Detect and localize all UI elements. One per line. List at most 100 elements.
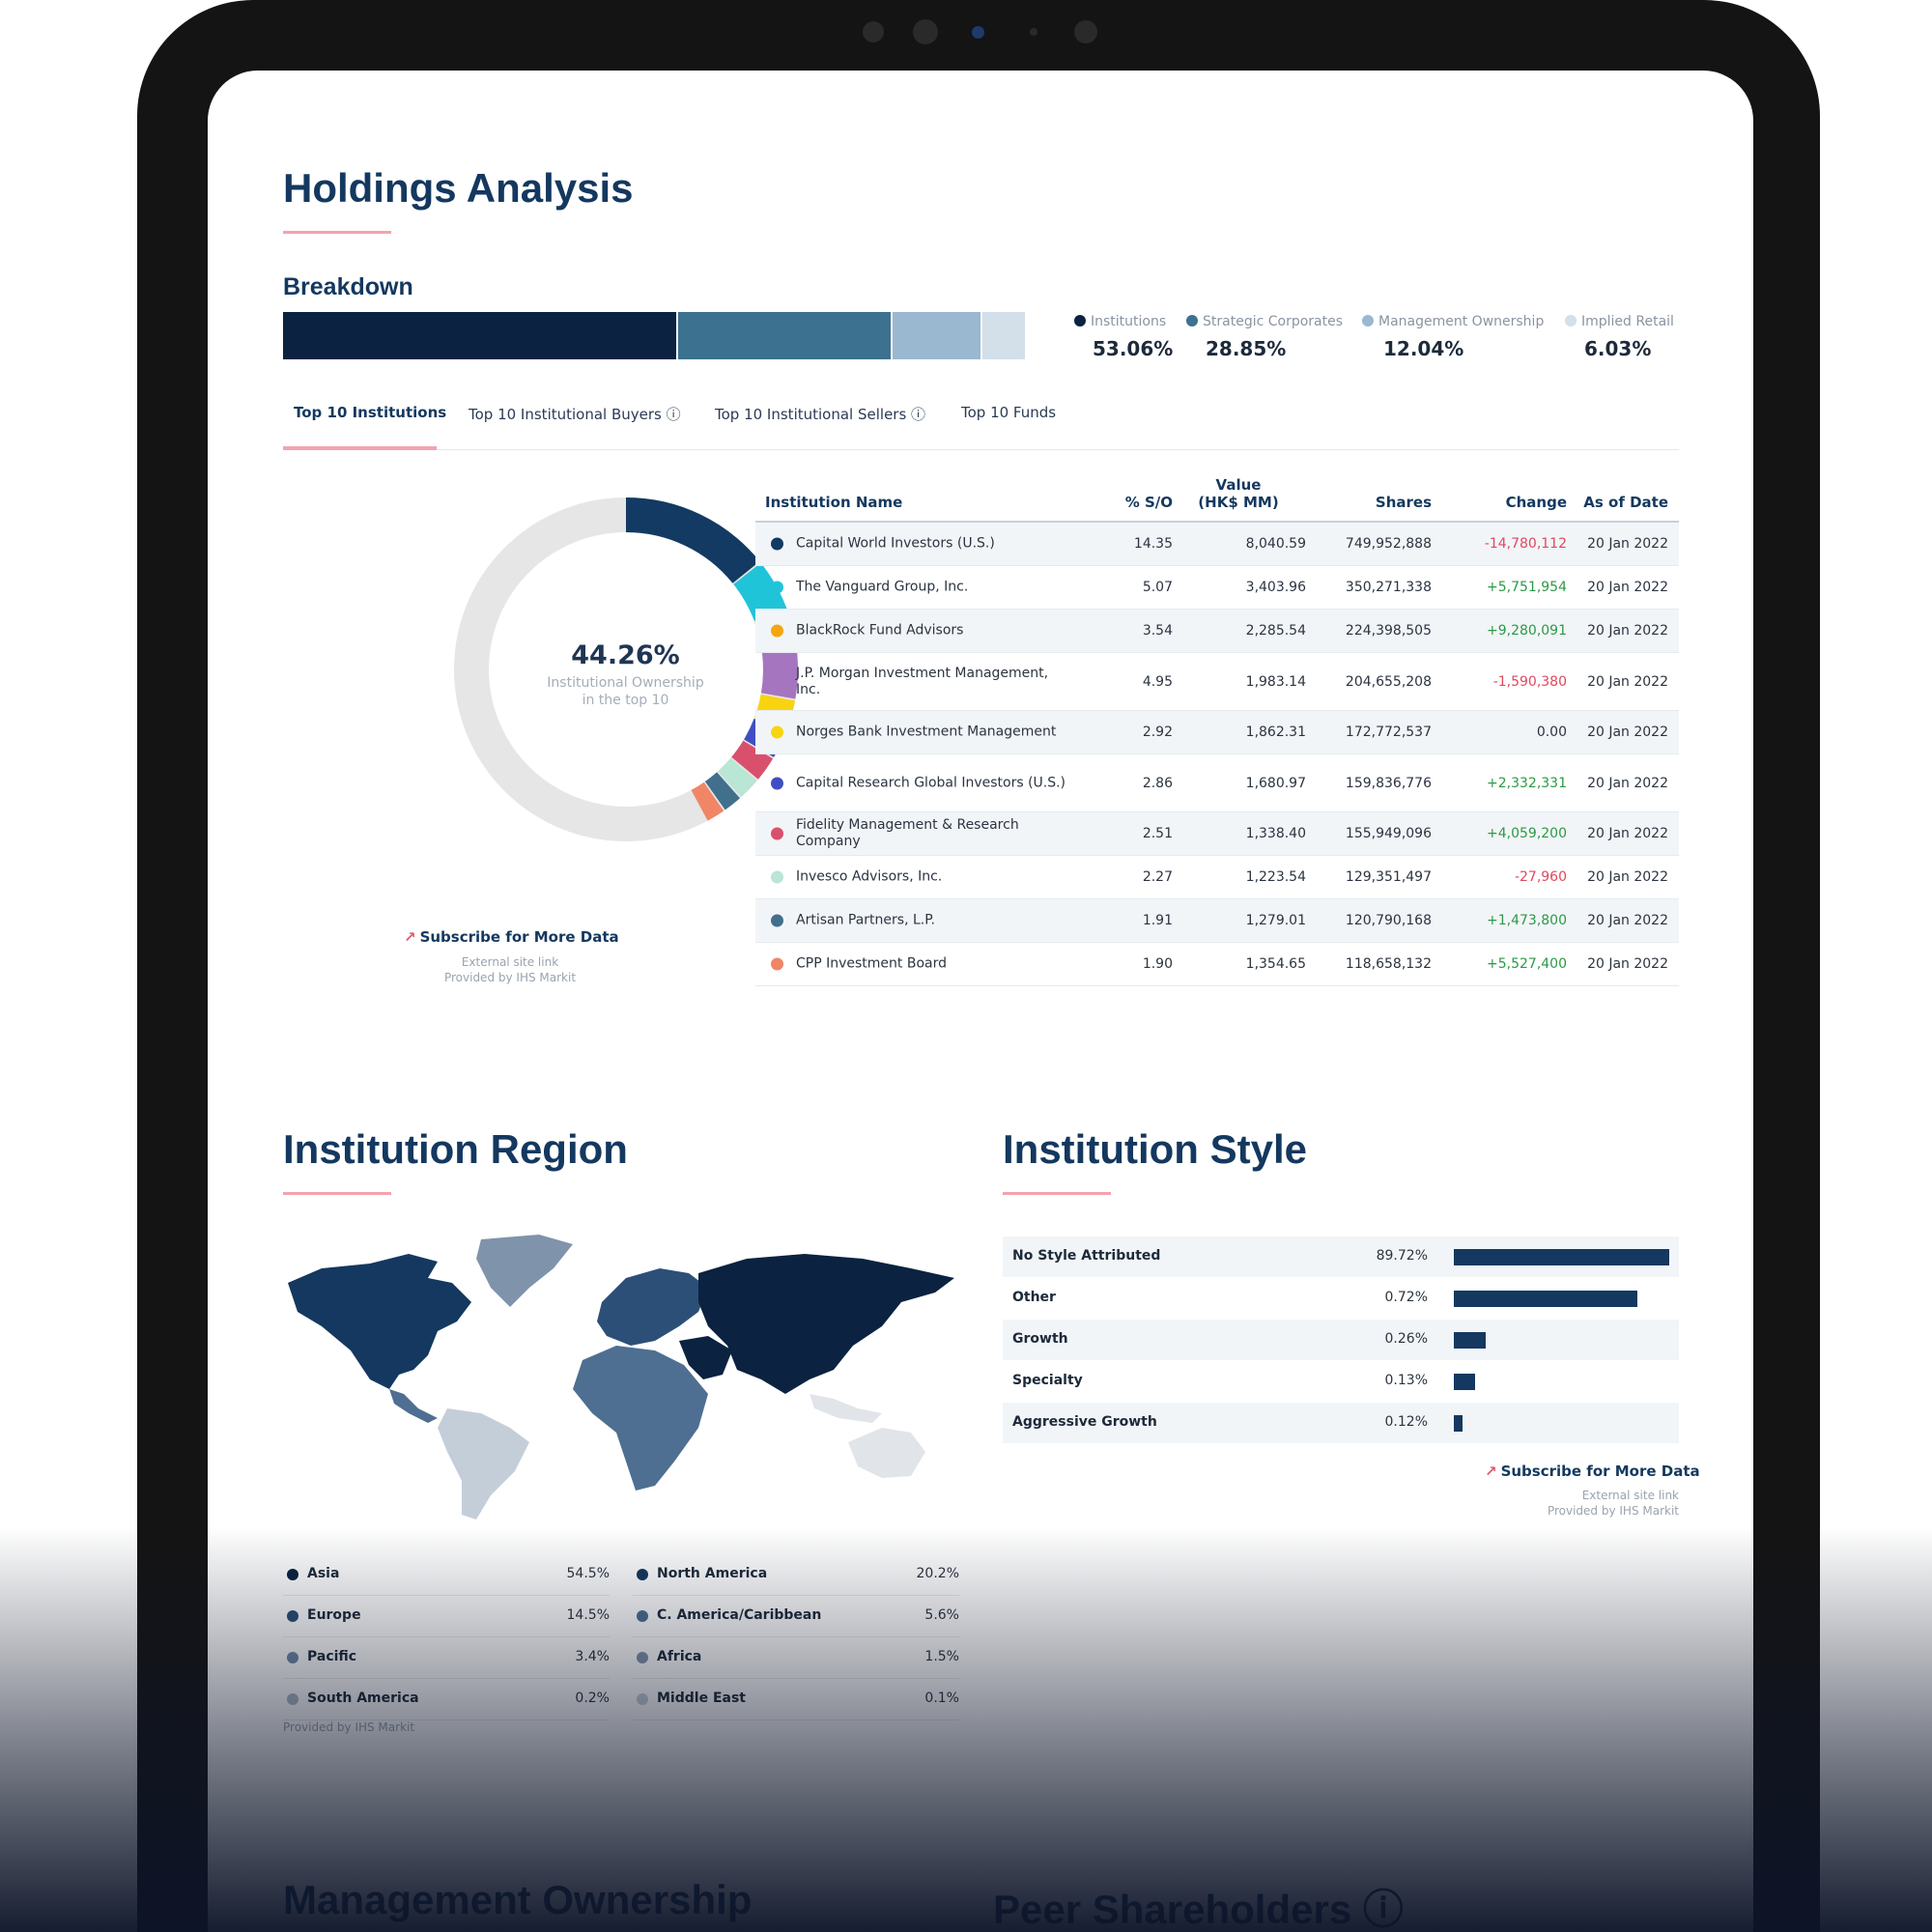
map-greenland [476, 1235, 573, 1307]
subscribe-link-holdings[interactable]: ↗ Subscribe for More Data [404, 928, 619, 946]
col-shares[interactable]: Shares [1325, 494, 1432, 511]
donut-slice [704, 772, 740, 810]
tab-top-10-funds[interactable]: Top 10 Funds [961, 404, 1056, 421]
row-color-dot [771, 581, 783, 594]
region-legend-item: Pacific 3.4% [283, 1638, 610, 1679]
map-north-america [288, 1254, 471, 1389]
cell-change: -1,590,380 [1492, 673, 1567, 690]
style-bar [1454, 1374, 1475, 1390]
peer-shareholders-title: Peer Shareholders ⓘ [993, 1887, 1404, 1932]
table-row[interactable]: Norges Bank Investment Management 2.92 1,8… [755, 711, 1679, 754]
region-dot [637, 1652, 648, 1663]
region-value: 3.4% [575, 1649, 610, 1664]
col-value[interactable]: Value (HK$ MM) [1171, 476, 1306, 511]
col-change[interactable]: Change [1451, 494, 1567, 511]
cell-as-of-date: 20 Jan 2022 [1587, 673, 1668, 690]
table-row[interactable]: Invesco Advisors, Inc. 2.27 1,223.54 129,35… [755, 856, 1679, 899]
col-institution-name[interactable]: Institution Name [765, 494, 902, 511]
cell-as-of-date: 20 Jan 2022 [1587, 580, 1668, 595]
region-label: C. America/Caribbean [657, 1607, 822, 1623]
provider-note: Provided by IHS Markit [443, 971, 577, 984]
cell-value-hkd: 1,354.65 [1245, 956, 1306, 972]
style-row: Specialty 0.13% [1003, 1361, 1679, 1402]
cell-institution-name: Capital World Investors (U.S.) [796, 535, 995, 552]
breakdown-title: Breakdown [283, 273, 413, 300]
breakdown-legend-value: 28.85% [1206, 337, 1287, 360]
cell-pct-so: 3.54 [1142, 623, 1173, 639]
col-value-line1: Value [1215, 476, 1262, 494]
subscribe-label: Subscribe for More Data [1500, 1463, 1700, 1480]
table-row[interactable]: The Vanguard Group, Inc. 5.07 3,403.96 350,… [755, 566, 1679, 610]
tab-top-10-institutional-sellers[interactable]: Top 10 Institutional Sellers ⓘ [715, 404, 925, 424]
breakdown-legend-label: Implied Retail [1565, 314, 1674, 329]
row-color-dot [771, 870, 783, 884]
cell-value-hkd: 1,680.97 [1245, 775, 1306, 791]
table-row[interactable]: Capital Research Global Investors (U.S.)… [755, 754, 1679, 812]
cell-as-of-date: 20 Jan 2022 [1587, 623, 1668, 639]
table-row[interactable]: CPP Investment Board 1.90 1,354.65 118,658,… [755, 943, 1679, 986]
tab-top-10-institutional-buyers[interactable]: Top 10 Institutional Buyers ⓘ [469, 404, 681, 424]
subscribe-link-style[interactable]: ↗ Subscribe for More Data [1485, 1463, 1700, 1480]
cell-change: -14,780,112 [1484, 536, 1567, 552]
cell-change: +9,280,091 [1487, 623, 1567, 639]
cell-pct-so: 1.90 [1142, 956, 1173, 972]
cell-change: +5,751,954 [1487, 580, 1567, 595]
cell-shares: 118,658,132 [1345, 956, 1432, 972]
cell-institution-name: CPP Investment Board [796, 955, 948, 972]
row-color-dot [771, 537, 783, 551]
region-value: 1.5% [924, 1649, 959, 1664]
region-dot [287, 1610, 298, 1622]
table-row[interactable]: Capital World Investors (U.S.) 14.35 8,040… [755, 523, 1679, 566]
table-row[interactable]: Artisan Partners, L.P. 1.91 1,279.01 120,79… [755, 899, 1679, 943]
tab-top-10-institutions[interactable]: Top 10 Institutions [294, 404, 446, 421]
region-value: 14.5% [566, 1607, 610, 1623]
cell-institution-name: Artisan Partners, L.P. [796, 912, 935, 928]
cell-as-of-date: 20 Jan 2022 [1587, 826, 1668, 841]
region-legend-item: Africa 1.5% [633, 1638, 959, 1679]
region-value: 20.2% [916, 1566, 959, 1581]
col-pct-so[interactable]: % S/O [1094, 494, 1173, 511]
cell-pct-so: 1.91 [1142, 913, 1173, 928]
app-screen: Holdings Analysis Breakdown Institutions… [208, 71, 1753, 1932]
external-site-note: External site link [461, 955, 559, 969]
region-dot [287, 1569, 298, 1580]
breakdown-legend-label: Institutions [1074, 314, 1166, 329]
cell-as-of-date: 20 Jan 2022 [1587, 869, 1668, 885]
col-as-of-date[interactable]: As of Date [1567, 494, 1668, 511]
style-underline [1003, 1192, 1111, 1195]
cell-institution-name: Capital Research Global Investors (U.S.) [796, 775, 1066, 790]
style-title: Institution Style [1003, 1126, 1307, 1172]
style-bar [1454, 1415, 1463, 1432]
cell-pct-so: 2.27 [1142, 869, 1173, 885]
style-label: Specialty [1012, 1373, 1083, 1388]
cell-value-hkd: 1,223.54 [1245, 869, 1306, 885]
table-row[interactable]: J.P. Morgan Investment Management, Inc. 4… [755, 653, 1679, 711]
external-link-icon: ↗ [1485, 1463, 1497, 1480]
cell-institution-name: J.P. Morgan Investment Management, Inc. [796, 665, 1049, 697]
breakdown-segment-implied-retail [982, 312, 1025, 359]
map-central-america [389, 1389, 438, 1423]
region-label: Middle East [657, 1690, 746, 1706]
map-africa [573, 1346, 708, 1491]
region-label: South America [307, 1690, 419, 1706]
donut-center-value: 44.26% [571, 640, 680, 670]
region-value: 0.1% [924, 1690, 959, 1706]
cell-change: +2,332,331 [1487, 775, 1567, 791]
subscribe-note-style: External site link Provided by IHS Marki… [1486, 1488, 1679, 1519]
cell-shares: 350,271,338 [1345, 580, 1432, 595]
external-site-note: External site link [1581, 1489, 1679, 1502]
table-row[interactable]: Fidelity Management & Research Company 2.… [755, 812, 1679, 856]
col-value-line2: (HK$ MM) [1198, 494, 1279, 511]
donut-slice [718, 757, 757, 798]
cell-value-hkd: 1,279.01 [1245, 913, 1306, 928]
region-legend-item: C. America/Caribbean 5.6% [633, 1597, 959, 1637]
cell-pct-so: 2.86 [1142, 775, 1173, 791]
map-asia [698, 1254, 954, 1394]
cell-change: 0.00 [1536, 724, 1567, 740]
row-color-dot [771, 777, 783, 789]
region-value: 0.2% [575, 1690, 610, 1706]
cell-institution-name: Fidelity Management & Research Company [796, 817, 1019, 849]
table-row[interactable]: BlackRock Fund Advisors 3.54 2,285.54 224,3… [755, 610, 1679, 653]
style-value: 0.26% [1384, 1331, 1428, 1347]
cell-shares: 120,790,168 [1345, 913, 1432, 928]
